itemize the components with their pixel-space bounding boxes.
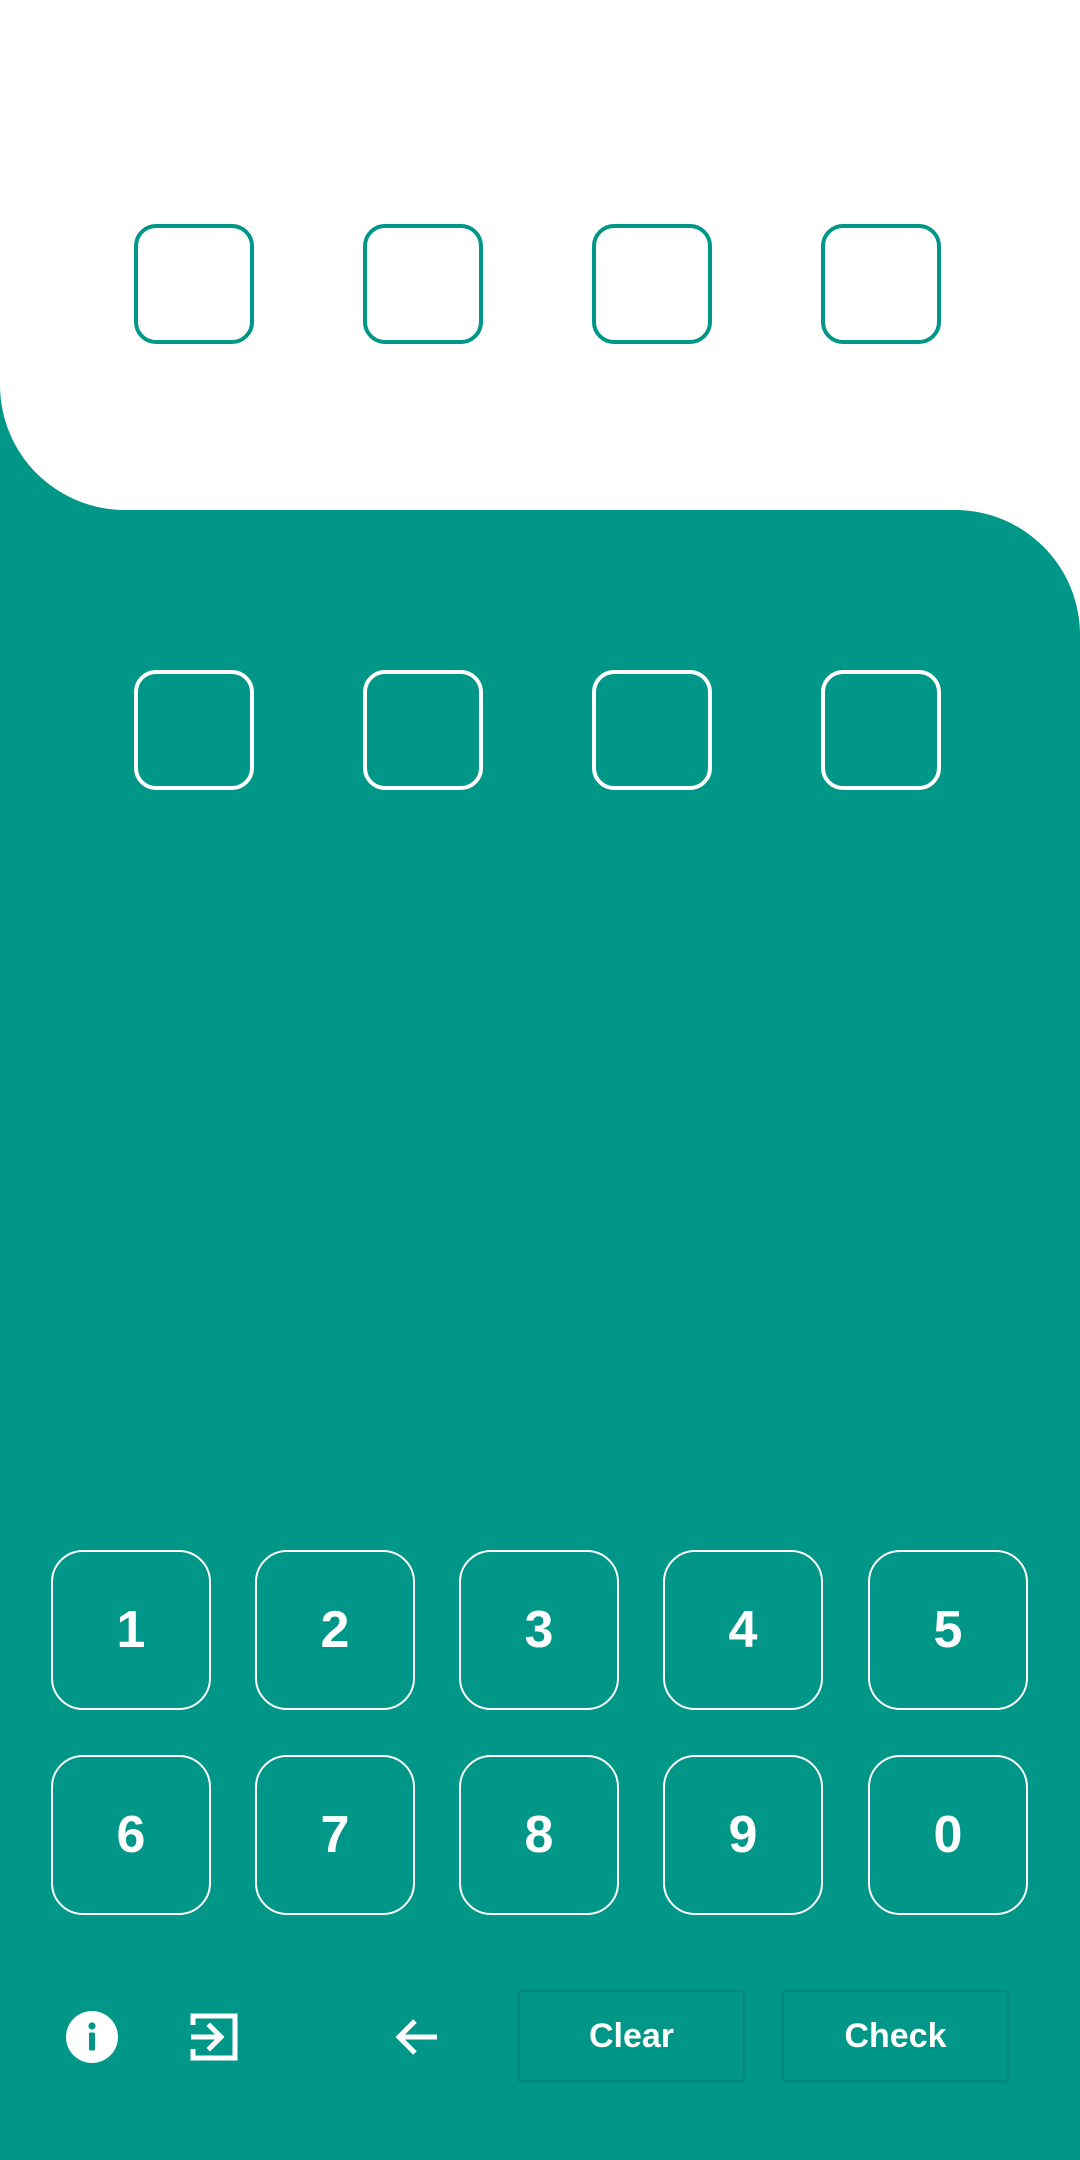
target-slot <box>363 224 483 344</box>
guess-slot[interactable] <box>592 670 712 790</box>
guess-slot[interactable] <box>821 670 941 790</box>
key-5[interactable]: 5 <box>868 1550 1028 1710</box>
key-9[interactable]: 9 <box>663 1755 823 1915</box>
info-icon[interactable] <box>60 2005 124 2069</box>
game-screen: 1 2 3 4 5 6 7 8 9 0 Clear Check <box>0 0 1080 2160</box>
target-slot-row <box>0 224 1080 350</box>
key-6[interactable]: 6 <box>51 1755 211 1915</box>
key-0[interactable]: 0 <box>868 1755 1028 1915</box>
key-8[interactable]: 8 <box>459 1755 619 1915</box>
guess-slot[interactable] <box>134 670 254 790</box>
key-4[interactable]: 4 <box>663 1550 823 1710</box>
guess-slot[interactable] <box>363 670 483 790</box>
key-7[interactable]: 7 <box>255 1755 415 1915</box>
arrow-left-icon[interactable] <box>385 2005 449 2069</box>
target-slot <box>821 224 941 344</box>
target-slot <box>592 224 712 344</box>
key-2[interactable]: 2 <box>255 1550 415 1710</box>
exit-icon[interactable] <box>182 2005 246 2069</box>
key-1[interactable]: 1 <box>51 1550 211 1710</box>
check-button[interactable]: Check <box>782 1990 1009 2082</box>
target-slot <box>134 224 254 344</box>
clear-button[interactable]: Clear <box>518 1990 745 2082</box>
guess-slot-row <box>0 670 1080 796</box>
key-3[interactable]: 3 <box>459 1550 619 1710</box>
